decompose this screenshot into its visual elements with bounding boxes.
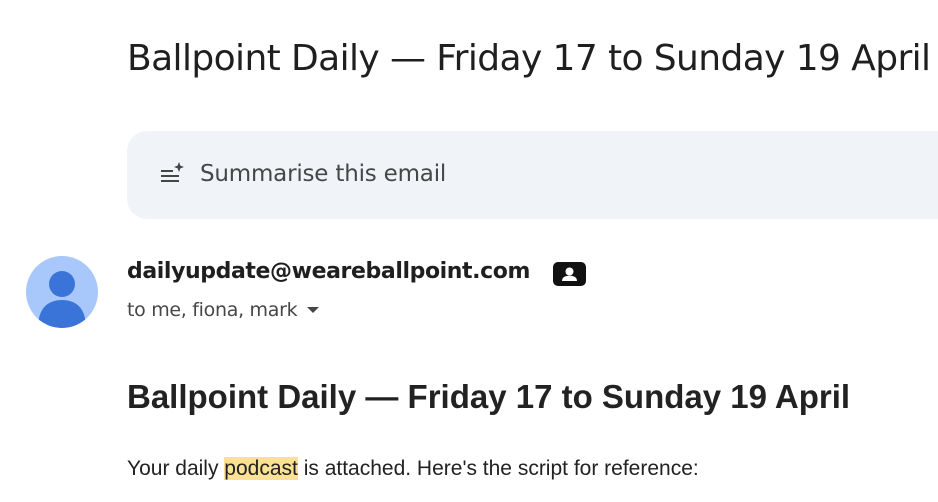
- avatar[interactable]: [26, 256, 98, 328]
- recipients-toggle[interactable]: to me, fiona, mark: [127, 297, 320, 323]
- highlighted-keyword: podcast: [224, 457, 298, 480]
- default-avatar-icon: [38, 271, 86, 328]
- intro-text-after: is attached. Here's the script for refer…: [297, 457, 699, 480]
- email-body-heading: Ballpoint Daily — Friday 17 to Sunday 19…: [127, 378, 851, 415]
- email-body-intro: Your daily podcast is attached. Here's t…: [127, 457, 699, 481]
- caret-down-icon: [307, 307, 320, 313]
- summarise-email-button[interactable]: Summarise this email: [127, 131, 938, 219]
- sparkle-list-icon: [161, 162, 184, 182]
- intro-text-before: Your daily: [127, 457, 225, 480]
- sender-address[interactable]: dailyupdate@weareballpoint.com: [127, 259, 530, 284]
- summarise-label: Summarise this email: [200, 161, 447, 187]
- contact-card-icon[interactable]: [553, 262, 586, 286]
- recipients-text: to me, fiona, mark: [127, 299, 298, 321]
- email-subject: Ballpoint Daily — Friday 17 to Sunday 19…: [127, 38, 931, 79]
